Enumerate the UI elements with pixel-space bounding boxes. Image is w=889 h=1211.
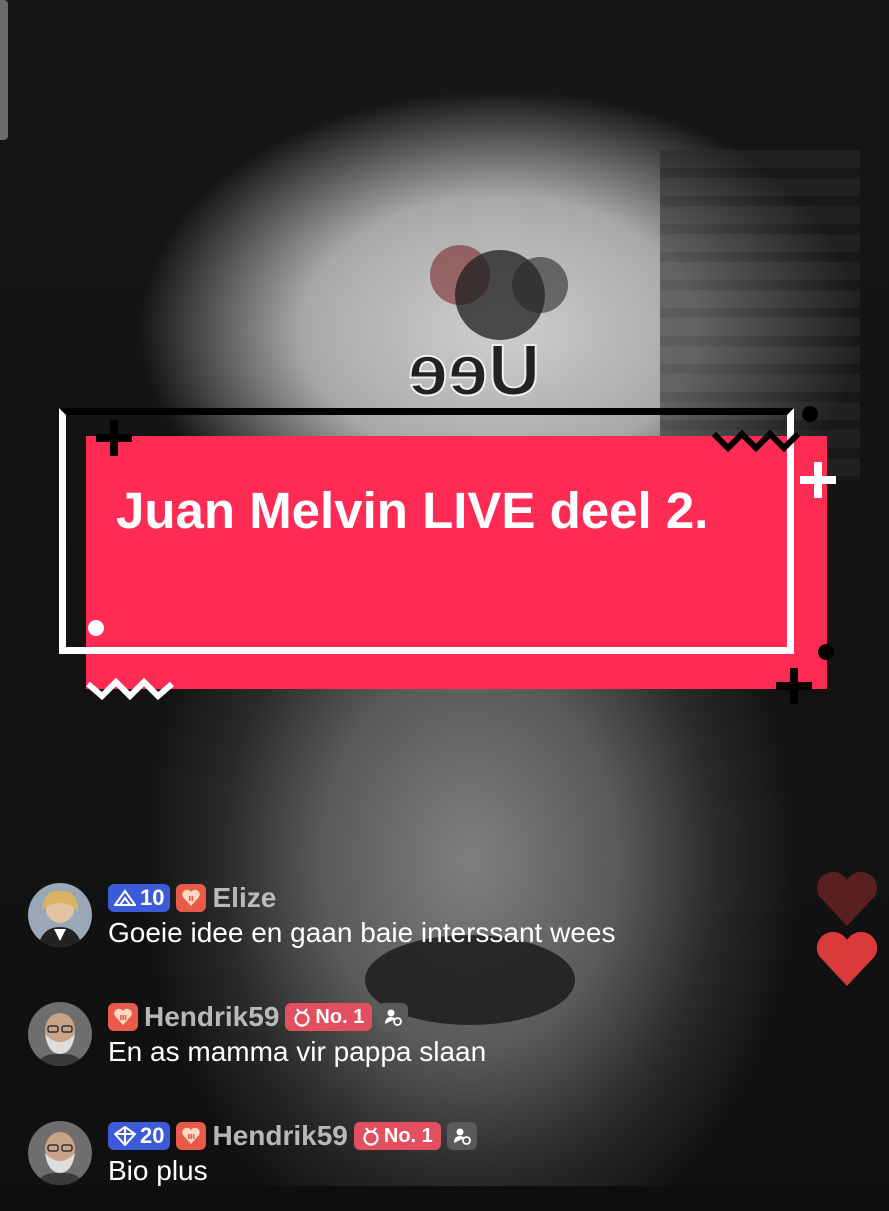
rank-badge: No. 1	[353, 1122, 441, 1150]
cap-logo: ɘɘU	[407, 245, 568, 412]
plus-icon	[96, 420, 132, 456]
level-value: 20	[140, 1123, 165, 1148]
medal-icon	[363, 1127, 379, 1146]
heart-badge	[108, 1003, 138, 1031]
heart-badge	[176, 884, 207, 912]
rank-value: No. 1	[315, 1005, 365, 1028]
banner-title: Juan Melvin LIVE deel 2.	[116, 482, 709, 539]
drag-handle[interactable]	[0, 0, 8, 140]
comment-username[interactable]: Hendrik59	[144, 1001, 279, 1033]
avatar[interactable]	[28, 1121, 92, 1185]
comment-message: En as mamma vir pappa slaan	[108, 1036, 487, 1067]
zigzag-icon	[712, 429, 801, 453]
dot-icon	[88, 620, 104, 636]
cap-logo-text: ɘɘU	[408, 331, 540, 411]
avatar[interactable]	[28, 883, 92, 947]
level-badge: 10	[108, 884, 171, 912]
heart-badge-icon	[182, 1127, 201, 1144]
comment-message: Bio plus	[108, 1155, 208, 1186]
level-badge: 20	[108, 1122, 171, 1150]
comment-message: Goeie idee en gaan baie interssant wees	[108, 917, 616, 948]
heart-badge-icon	[182, 889, 201, 906]
heart-badge-icon	[114, 1008, 132, 1025]
comment-username[interactable]: Hendrik59	[212, 1120, 347, 1152]
like-heart-icon	[816, 872, 878, 926]
comment-item: 20 Hendrik59 No. 1 Bio plus	[28, 1120, 788, 1211]
diamond-icon	[114, 1126, 136, 1146]
rank-value: No. 1	[383, 1124, 433, 1147]
rank-badge: No. 1	[285, 1003, 373, 1031]
comment-username[interactable]: Elize	[212, 882, 276, 914]
dot-icon	[802, 406, 818, 422]
comment-item: 10 Elize Goeie idee en gaan baie interss…	[28, 882, 788, 973]
moderator-badge	[446, 1122, 477, 1150]
comment-item: Hendrik59 No. 1 En as mamma vir pappa sl…	[28, 1001, 788, 1092]
moderator-icon	[453, 1128, 471, 1145]
crown-icon	[114, 889, 136, 906]
medal-icon	[294, 1008, 311, 1027]
dot-icon	[818, 644, 834, 660]
heart-badge	[176, 1122, 207, 1150]
avatar[interactable]	[28, 1002, 92, 1066]
plus-icon	[776, 668, 812, 704]
zigzag-icon	[86, 677, 174, 701]
plus-icon	[800, 462, 836, 498]
moderator-badge	[378, 1003, 409, 1031]
like-heart-icon[interactable]	[814, 932, 880, 988]
moderator-icon	[385, 1009, 403, 1026]
level-value: 10	[140, 885, 165, 910]
